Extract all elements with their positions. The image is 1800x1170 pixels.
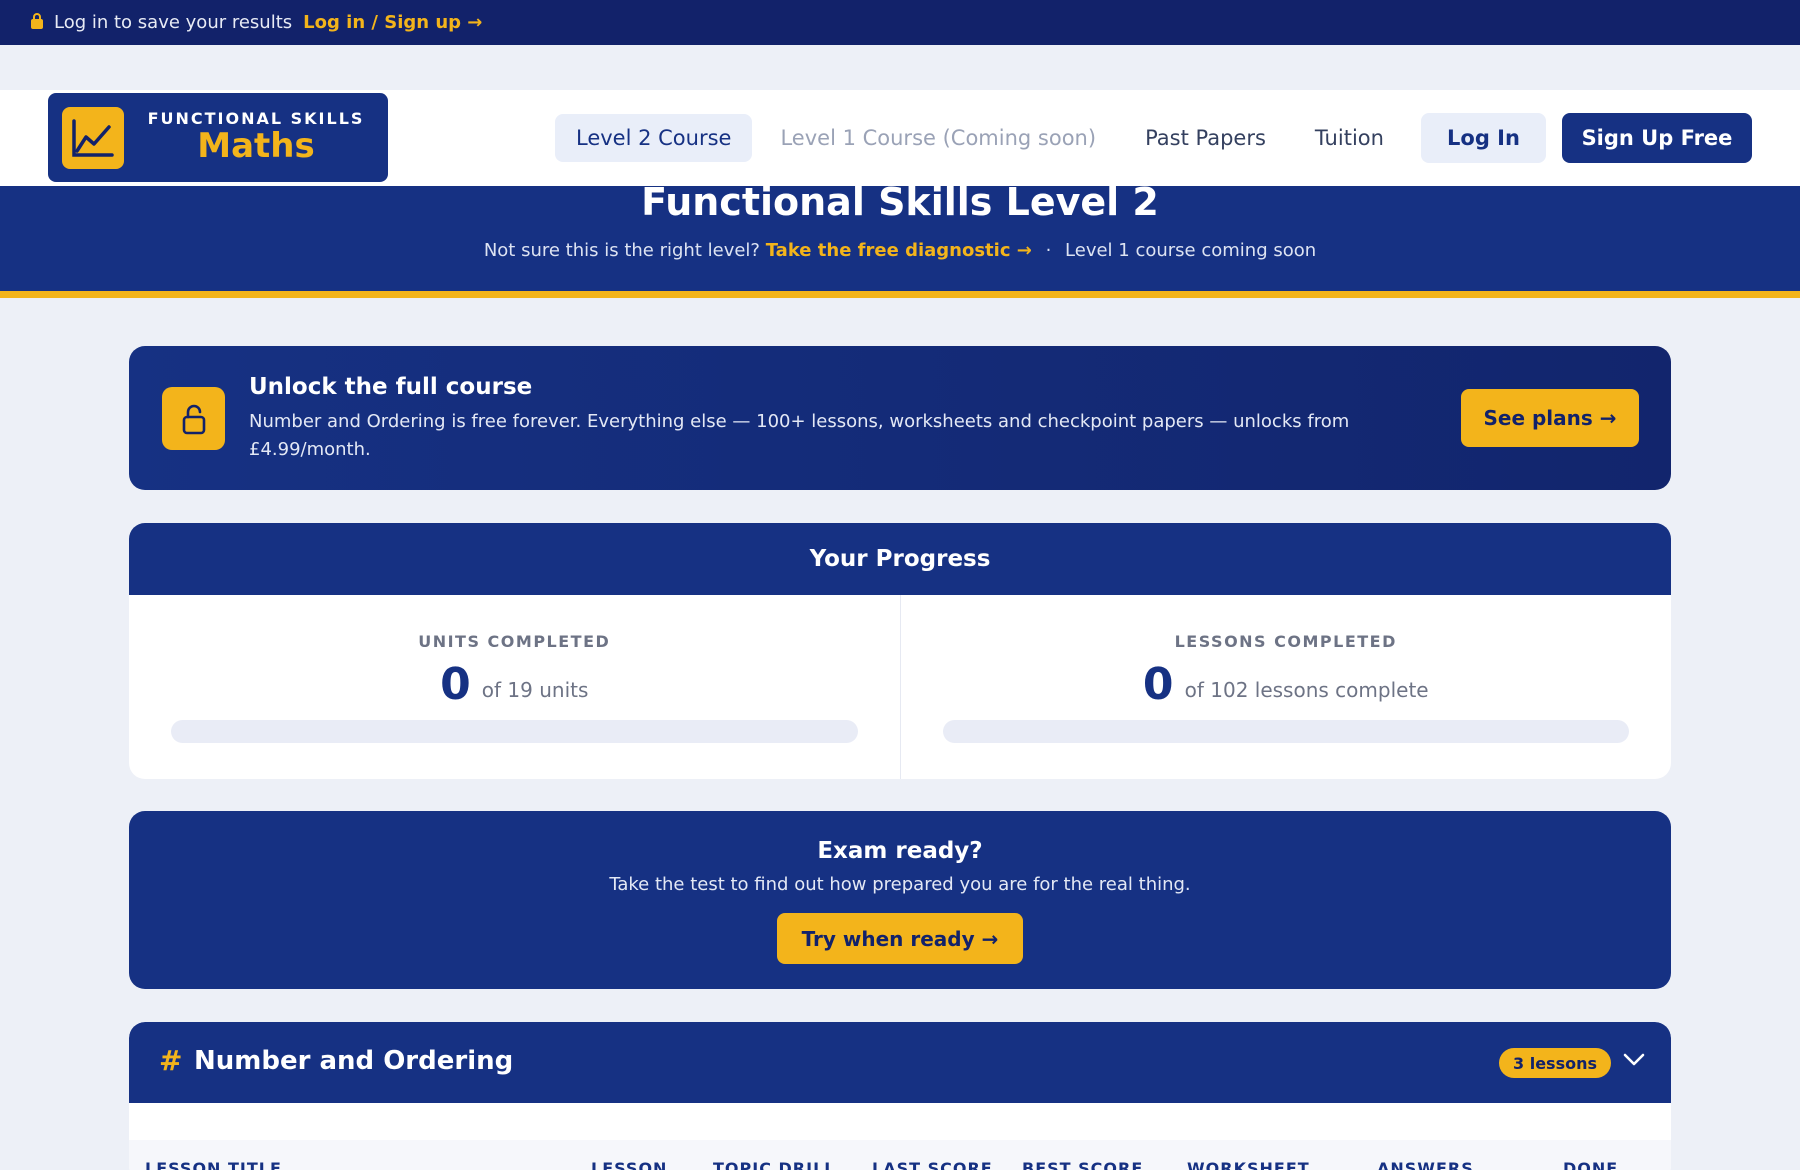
hero-banner: Functional Skills Level 2 Not sure this … bbox=[0, 180, 1800, 298]
hash-icon: # bbox=[159, 1044, 183, 1077]
units-label: UNITS COMPLETED bbox=[418, 632, 611, 651]
unlock-course-card: Unlock the full course Number and Orderi… bbox=[129, 346, 1671, 490]
lessons-progress-bar bbox=[942, 720, 1629, 743]
col-done: DONE bbox=[1563, 1159, 1619, 1170]
unit-header[interactable]: # Number and Ordering 3 lessons bbox=[129, 1022, 1671, 1103]
login-signup-link[interactable]: Log in / Sign up → bbox=[303, 12, 482, 33]
unit-number-and-ordering: # Number and Ordering 3 lessons LESSON T… bbox=[129, 1022, 1671, 1170]
sign-up-button[interactable]: Sign Up Free bbox=[1562, 113, 1752, 163]
level-question: Not sure this is the right level? bbox=[483, 240, 760, 261]
col-last-score: LAST SCORE bbox=[872, 1159, 993, 1170]
site-header: FUNCTIONAL SKILLS Maths Level 2 Course L… bbox=[0, 90, 1800, 186]
unlocked-padlock-icon bbox=[162, 387, 225, 450]
col-lesson: LESSON bbox=[591, 1159, 668, 1170]
login-banner: Log in to save your results Log in / Sig… bbox=[0, 0, 1800, 45]
progress-card: Your Progress UNITS COMPLETED 0 of 19 un… bbox=[129, 523, 1671, 779]
lessons-progress: LESSONS COMPLETED 0 of 102 lessons compl… bbox=[899, 595, 1672, 779]
col-lesson-title: LESSON TITLE bbox=[145, 1159, 282, 1170]
chevron-down-icon[interactable] bbox=[1623, 1052, 1645, 1071]
separator-dot: · bbox=[1045, 240, 1052, 261]
logo-title: Maths bbox=[197, 126, 315, 166]
unlock-title: Unlock the full course bbox=[249, 374, 533, 400]
exam-subtitle: Take the test to find out how prepared y… bbox=[609, 874, 1191, 895]
nav-past-papers[interactable]: Past Papers bbox=[1124, 114, 1287, 162]
nav-level-2-course[interactable]: Level 2 Course bbox=[555, 114, 753, 162]
exam-title: Exam ready? bbox=[817, 838, 983, 864]
hero-subtitle: Not sure this is the right level? Take t… bbox=[0, 240, 1800, 261]
nav-level-1-course[interactable]: Level 1 Course (Coming soon) bbox=[759, 114, 1117, 162]
log-in-button[interactable]: Log In bbox=[1421, 113, 1546, 163]
col-best-score: BEST SCORE bbox=[1022, 1159, 1144, 1170]
try-when-ready-button[interactable]: Try when ready → bbox=[777, 913, 1023, 964]
units-progress: UNITS COMPLETED 0 of 19 units bbox=[129, 595, 900, 779]
page-title: Functional Skills Level 2 bbox=[641, 180, 1159, 224]
lessons-total: of 102 lessons complete bbox=[1184, 678, 1429, 702]
login-banner-message: Log in to save your results bbox=[54, 12, 293, 33]
lessons-count: 0 bbox=[1142, 659, 1174, 710]
units-progress-bar bbox=[171, 720, 858, 743]
line-chart-icon bbox=[62, 106, 124, 169]
nav-tuition[interactable]: Tuition bbox=[1294, 114, 1405, 162]
exam-ready-card: Exam ready? Take the test to find out ho… bbox=[129, 811, 1671, 989]
col-topic-drill: TOPIC DRILL bbox=[713, 1159, 836, 1170]
diagnostic-link[interactable]: Take the free diagnostic → bbox=[766, 240, 1032, 261]
lesson-table-header: LESSON TITLE LESSON TOPIC DRILL LAST SCO… bbox=[129, 1140, 1671, 1170]
lock-icon bbox=[30, 12, 44, 33]
site-logo[interactable]: FUNCTIONAL SKILLS Maths bbox=[48, 93, 388, 182]
main-nav: Level 2 Course Level 1 Course (Coming so… bbox=[555, 114, 1412, 162]
level-1-note: Level 1 course coming soon bbox=[1065, 240, 1317, 261]
see-plans-button[interactable]: See plans → bbox=[1461, 389, 1639, 447]
lessons-label: LESSONS COMPLETED bbox=[1174, 632, 1397, 651]
col-worksheet: WORKSHEET bbox=[1187, 1159, 1310, 1170]
units-count: 0 bbox=[440, 659, 471, 710]
units-total: of 19 units bbox=[481, 678, 589, 702]
unit-title: Number and Ordering bbox=[194, 1046, 514, 1076]
lesson-count-badge: 3 lessons bbox=[1499, 1048, 1611, 1078]
progress-title: Your Progress bbox=[129, 523, 1671, 595]
col-answers: ANSWERS bbox=[1377, 1159, 1474, 1170]
unlock-description: Number and Ordering is free forever. Eve… bbox=[249, 411, 1350, 460]
